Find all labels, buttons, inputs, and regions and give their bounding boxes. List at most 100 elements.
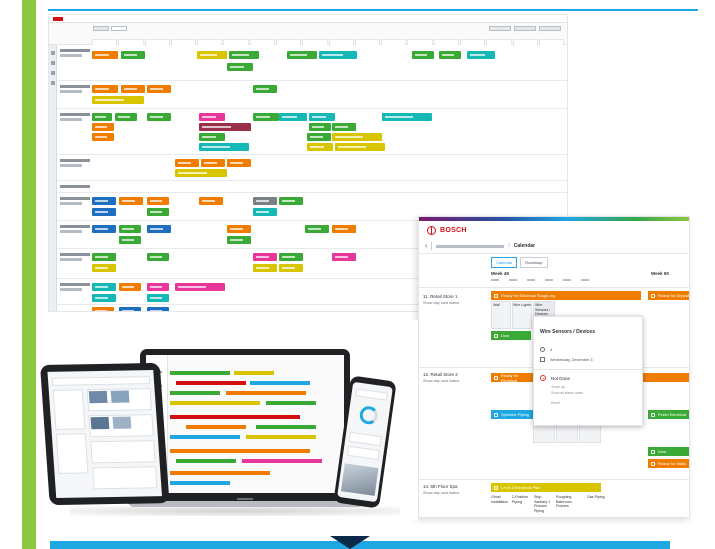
- task-bar-level-3-plan[interactable]: Level 3 Electrical Plan: [491, 483, 601, 492]
- chevron-left-icon[interactable]: ‹: [425, 243, 427, 250]
- row-sublabel[interactable]: Show day card status: [423, 301, 459, 305]
- task-bar[interactable]: [176, 459, 236, 463]
- task-bar[interactable]: [199, 123, 251, 131]
- task-bar[interactable]: [92, 294, 116, 302]
- task-bar[interactable]: [412, 51, 434, 59]
- task-bar[interactable]: [121, 51, 145, 59]
- task-bar-electrical-roughing[interactable]: Ready for Electrical Rough-ing: [491, 291, 641, 300]
- task-bar[interactable]: [199, 143, 249, 151]
- task-bar[interactable]: [332, 225, 356, 233]
- row-sublabel[interactable]: Show day card status: [423, 379, 459, 383]
- task-bar[interactable]: [92, 96, 144, 104]
- task-bar[interactable]: [175, 169, 227, 177]
- task-bar-ready-walls[interactable]: Ready for Walls: [648, 459, 689, 468]
- task-bar[interactable]: [147, 113, 171, 121]
- task-bar[interactable]: [92, 307, 114, 311]
- nav-list-icon[interactable]: [51, 71, 55, 75]
- task-bar[interactable]: [305, 225, 329, 233]
- task-bar[interactable]: [253, 208, 277, 216]
- task-bar[interactable]: [92, 51, 118, 59]
- task-bar[interactable]: [186, 425, 246, 429]
- task-bar[interactable]: [175, 159, 199, 167]
- task-bar[interactable]: [92, 208, 116, 216]
- task-bar[interactable]: [253, 85, 277, 93]
- task-bar[interactable]: [147, 85, 171, 93]
- task-bar[interactable]: [170, 391, 220, 395]
- task-bar[interactable]: [226, 391, 306, 395]
- task-bar[interactable]: [147, 307, 169, 311]
- task-bar[interactable]: [119, 225, 141, 233]
- view-button[interactable]: [514, 26, 536, 31]
- task-bar[interactable]: [309, 113, 335, 121]
- task-bar[interactable]: [229, 51, 259, 59]
- task-bar[interactable]: [119, 236, 141, 244]
- task-bar-dust-2[interactable]: Dust: [648, 447, 689, 456]
- task-bar[interactable]: [439, 51, 461, 59]
- nav-people-icon[interactable]: [51, 81, 55, 85]
- task-bar[interactable]: [175, 283, 225, 291]
- row-sublabel[interactable]: Show day card status: [423, 491, 459, 495]
- tab-calendar[interactable]: Calendar: [491, 257, 518, 268]
- nav-calendar-icon[interactable]: [51, 61, 55, 65]
- task-bar[interactable]: [279, 197, 303, 205]
- filter-button[interactable]: [489, 26, 511, 31]
- task-bar[interactable]: [227, 225, 251, 233]
- task-bar[interactable]: [92, 225, 116, 233]
- task-bar[interactable]: [119, 307, 141, 311]
- task-bar[interactable]: [253, 113, 279, 121]
- task-bar[interactable]: [170, 435, 240, 439]
- task-bar[interactable]: [266, 401, 316, 405]
- tablet-card[interactable]: [90, 440, 156, 464]
- task-bar[interactable]: [227, 236, 251, 244]
- status-notes-link[interactable]: Show all status notes: [551, 391, 583, 395]
- task-bar[interactable]: [335, 143, 385, 151]
- task-bar[interactable]: [121, 85, 145, 93]
- task-bar[interactable]: [170, 371, 230, 375]
- day-card-title[interactable]: 2-Position Piping: [512, 495, 532, 504]
- task-bar-dust[interactable]: Dust: [491, 331, 531, 340]
- task-bar[interactable]: [92, 123, 114, 131]
- task-bar[interactable]: [467, 51, 495, 59]
- task-bar-electrical[interactable]: Ready for Electrical: [491, 373, 533, 383]
- task-bar[interactable]: [332, 123, 356, 131]
- task-bar[interactable]: [147, 294, 169, 302]
- task-bar[interactable]: [250, 381, 310, 385]
- task-bar[interactable]: [92, 197, 116, 205]
- task-bar[interactable]: [119, 197, 143, 205]
- tablet-card[interactable]: [92, 466, 158, 490]
- task-bar[interactable]: [246, 435, 316, 439]
- task-bar[interactable]: [279, 264, 303, 272]
- task-bar-finish-electrical[interactable]: Finish Electrical: [648, 410, 689, 419]
- day-card-title[interactable]: Ghost Installation: [491, 495, 511, 504]
- task-bar[interactable]: [170, 449, 310, 453]
- task-bar[interactable]: [332, 253, 356, 261]
- task-bar[interactable]: [307, 143, 333, 151]
- day-card-title[interactable]: Roughing Bathroom Fixtures: [556, 495, 578, 509]
- breadcrumb-project-link[interactable]: [436, 244, 505, 248]
- task-bar[interactable]: [147, 225, 171, 233]
- reset-link[interactable]: Reset: [551, 401, 560, 405]
- day-card-title[interactable]: Gas Piping: [587, 495, 609, 500]
- task-bar[interactable]: [115, 113, 137, 121]
- task-bar[interactable]: [92, 113, 112, 121]
- task-bar[interactable]: [279, 113, 307, 121]
- phone-card[interactable]: [346, 445, 381, 461]
- task-bar[interactable]: [234, 371, 274, 375]
- task-bar[interactable]: [253, 197, 277, 205]
- task-bar[interactable]: [242, 459, 322, 463]
- task-bar[interactable]: [279, 253, 303, 261]
- task-bar[interactable]: [332, 133, 382, 141]
- task-bar-drywall[interactable]: Ready for Drywall: [648, 291, 689, 300]
- popup-status[interactable]: Not Done: [540, 375, 570, 381]
- task-bar[interactable]: [176, 381, 246, 385]
- task-bar[interactable]: [256, 425, 316, 429]
- task-bar[interactable]: [287, 51, 317, 59]
- task-bar[interactable]: [147, 253, 169, 261]
- task-bar[interactable]: [227, 63, 253, 71]
- task-bar[interactable]: [147, 208, 169, 216]
- task-bar[interactable]: [170, 471, 270, 475]
- task-bar[interactable]: [201, 159, 225, 167]
- task-bar[interactable]: [92, 133, 114, 141]
- task-bar[interactable]: [170, 401, 260, 405]
- task-bar[interactable]: [119, 283, 141, 291]
